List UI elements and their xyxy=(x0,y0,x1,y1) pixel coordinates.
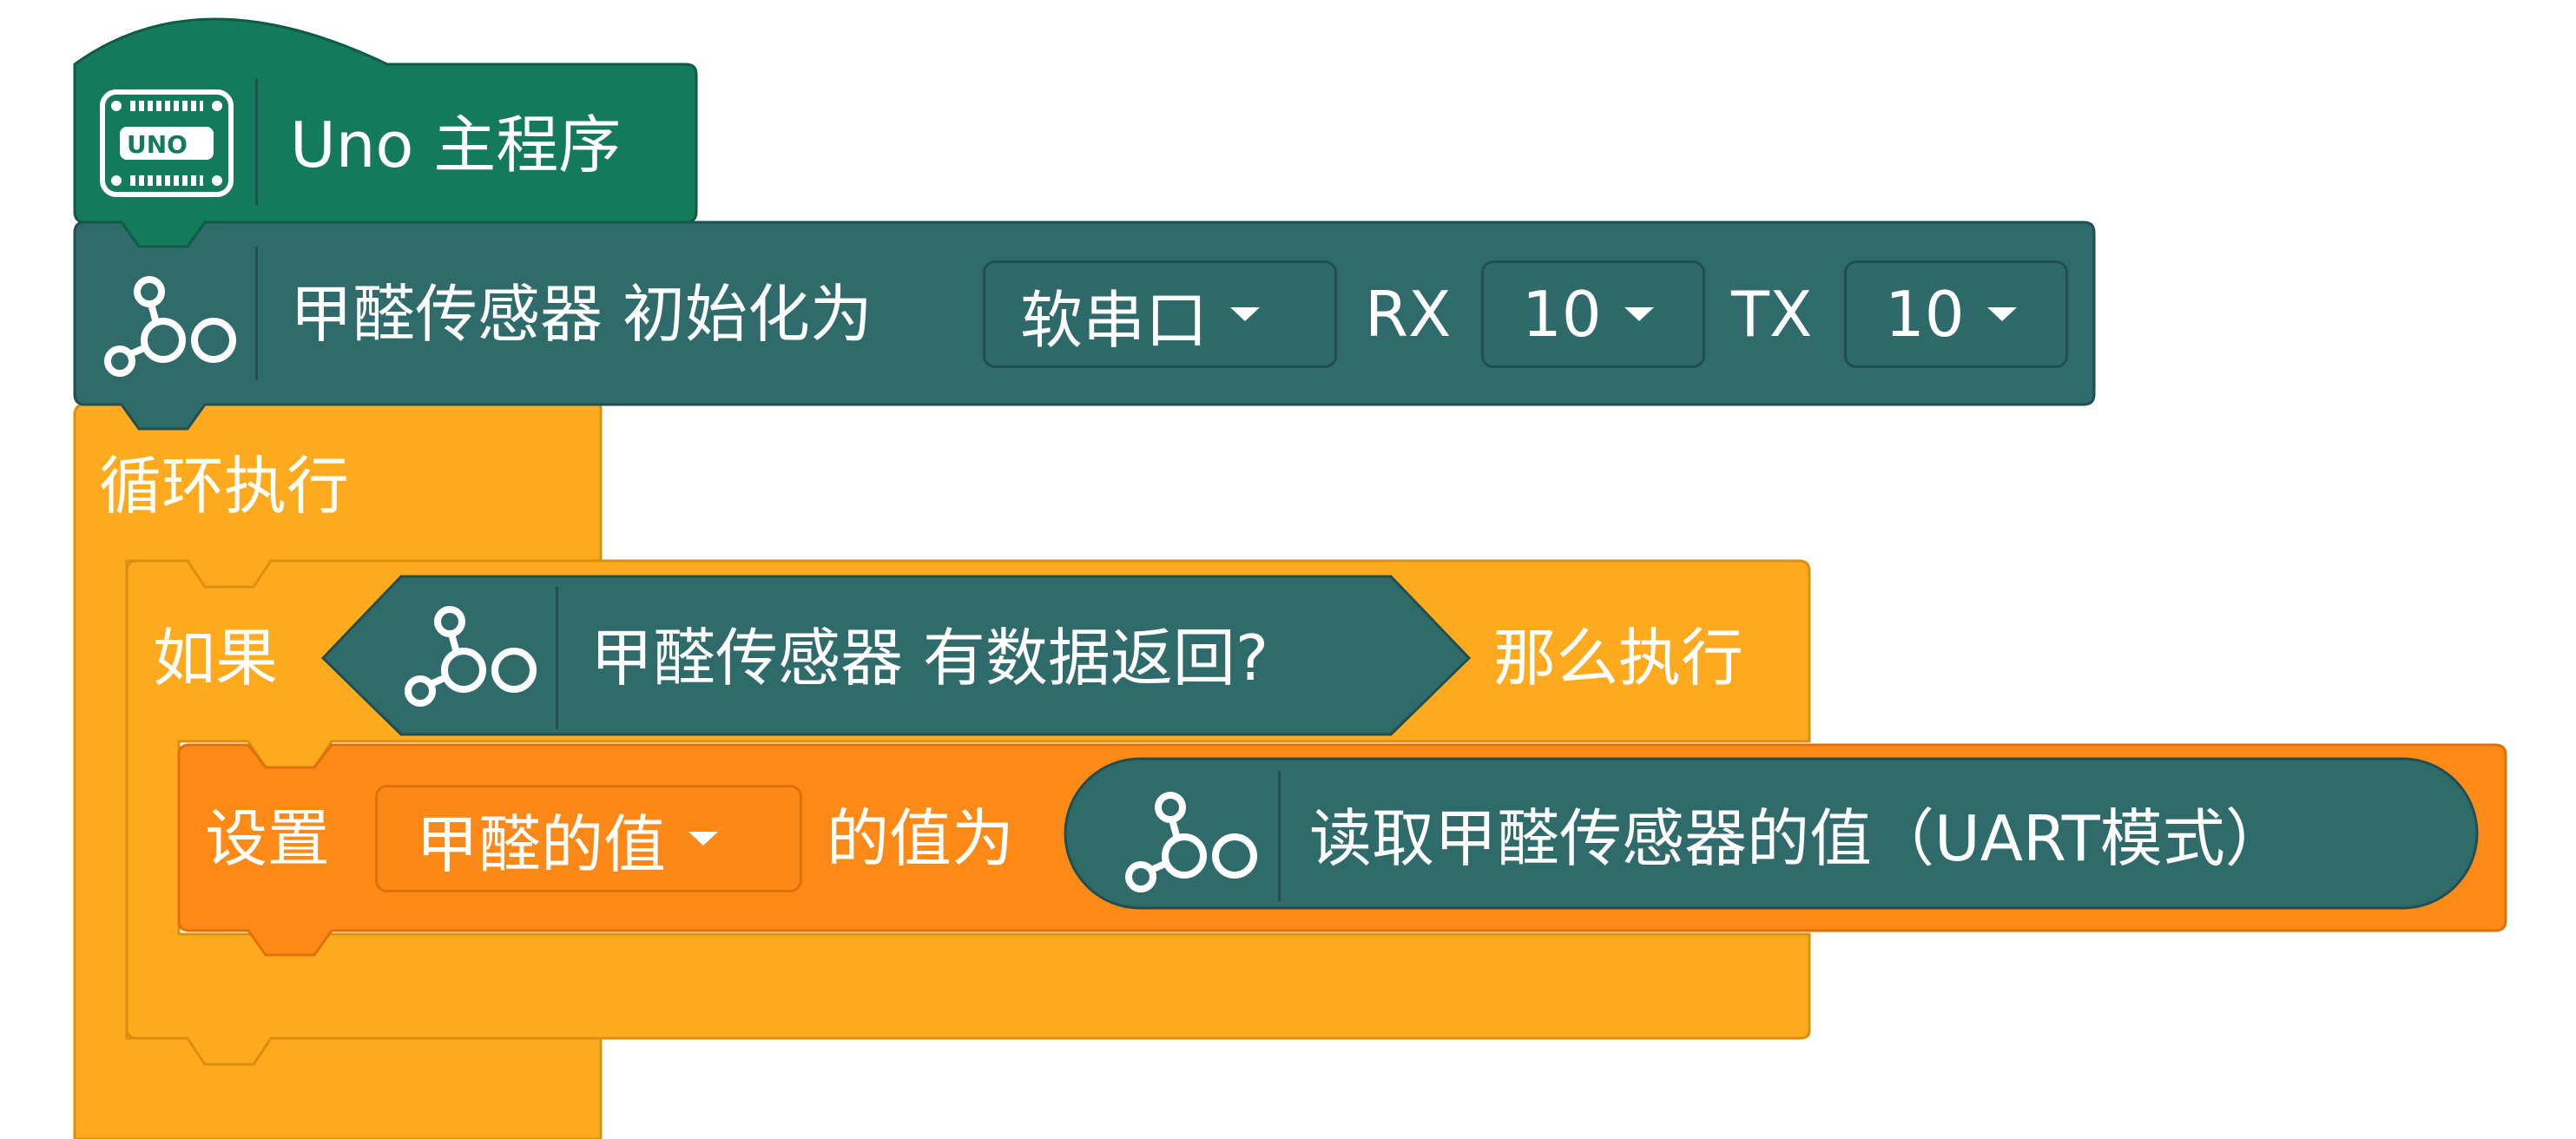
tx-pin-dropdown[interactable]: 10 xyxy=(1844,260,2068,368)
uno-board-icon-text: UNO xyxy=(127,130,188,159)
sensor-hub-icon xyxy=(405,606,537,707)
then-label: 那么执行 xyxy=(1493,622,1744,695)
loop-label: 循环执行 xyxy=(99,450,350,523)
value-label: 的值为 xyxy=(827,802,1015,875)
condition-label: 甲醛传感器 有数据返回? xyxy=(590,622,1269,695)
reporter-label: 读取甲醛传感器的值（UART模式） xyxy=(1309,802,2288,875)
if-label: 如果 xyxy=(153,622,279,695)
workspace-canvas[interactable]: UNO Uno 主程序 甲醛传感器 初始化为 软串口 RX 10 TX 10 循… xyxy=(0,0,2576,1139)
chevron-down-icon xyxy=(1230,307,1261,321)
chevron-down-icon xyxy=(1624,307,1654,321)
chevron-down-icon xyxy=(1986,307,2017,321)
tx-label: TX xyxy=(1731,278,1813,351)
hat-label: Uno 主程序 xyxy=(290,109,622,181)
rx-label: RX xyxy=(1365,278,1452,351)
init-divider xyxy=(255,247,258,380)
chevron-down-icon xyxy=(688,832,719,846)
hat-divider xyxy=(255,78,258,205)
sensor-hub-icon xyxy=(104,276,236,377)
variable-dropdown[interactable]: 甲醛的值 xyxy=(375,785,802,892)
reporter-divider xyxy=(1278,771,1281,901)
condition-divider xyxy=(556,587,558,729)
rx-pin-dropdown[interactable]: 10 xyxy=(1481,260,1705,368)
rx-pin-value: 10 xyxy=(1522,278,1602,351)
serial-mode-dropdown[interactable]: 软串口 xyxy=(983,260,1337,368)
sensor-hub-icon xyxy=(1125,792,1257,892)
init-label: 甲醛传感器 初始化为 xyxy=(290,278,873,351)
set-label: 设置 xyxy=(205,802,331,875)
serial-mode-value: 软串口 xyxy=(1020,283,1209,357)
variable-value: 甲醛的值 xyxy=(416,807,667,881)
tx-pin-value: 10 xyxy=(1885,278,1965,351)
